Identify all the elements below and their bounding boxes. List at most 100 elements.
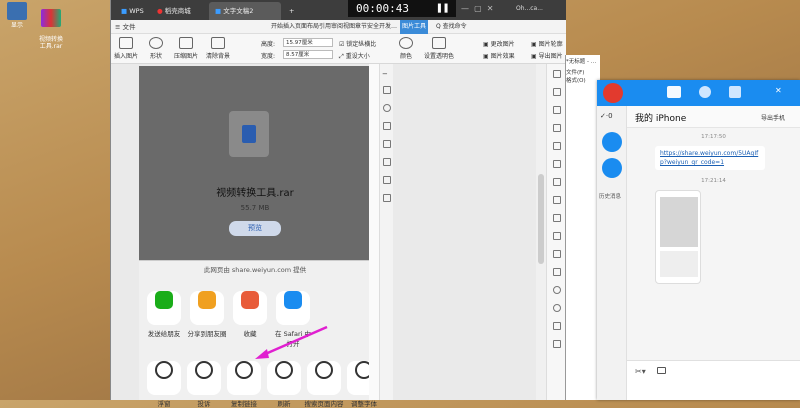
recording-timer: 00:00:43 (356, 2, 409, 15)
stamp-icon[interactable] (553, 322, 561, 330)
reset-size-button[interactable]: ⤢ 重设大小 (339, 51, 370, 61)
picture-effects-button[interactable]: ▣ 图片效果 (483, 51, 515, 60)
menu-format[interactable]: 格式(O) (566, 78, 586, 84)
text-icon[interactable] (553, 178, 561, 186)
change-picture-button[interactable]: ▣ 更改图片 (483, 39, 515, 48)
color-button[interactable]: 颜色 (391, 37, 421, 60)
height-input[interactable]: 15.97厘米 (283, 38, 333, 47)
comment-icon[interactable] (553, 232, 561, 240)
folder-icon[interactable] (657, 367, 666, 374)
picture-icon[interactable] (383, 176, 391, 184)
clock-icon[interactable] (553, 304, 561, 312)
image-thumbnail (660, 197, 698, 247)
message-link[interactable]: https://share.weiyun.com/5UAgIfp?weiyun_… (655, 146, 765, 170)
right-tool-strip (546, 64, 566, 400)
action-action-icon (235, 361, 253, 379)
tab-picture-tools[interactable]: 图片工具 (400, 20, 429, 34)
image-icon[interactable] (553, 196, 561, 204)
scrollbar-thumb[interactable] (538, 174, 544, 264)
tab-new[interactable]: + (283, 2, 300, 20)
provider-text: 此网页由 share.weiyun.com 提供 (203, 266, 307, 274)
pen-icon[interactable] (553, 106, 561, 114)
iphone-icon[interactable] (602, 158, 622, 178)
maximize-icon[interactable]: ▢ (474, 4, 482, 13)
wps-menu-bar: ≡ 文件 开始插入页面布局引用审阅视图章节安全开发工具特色应用 图片工具 Q 查… (111, 20, 566, 34)
wps-ribbon: 插入图片 形状 压缩图片 清除背景 高度: 15.97厘米 宽度: 8.57厘米… (111, 34, 566, 64)
zoom-icon[interactable] (383, 104, 391, 112)
chat-messages: 17:17:50 https://share.weiyun.com/5UAgIf… (627, 128, 800, 360)
tab-wps[interactable]: ■ WPS (115, 2, 150, 20)
share-icon[interactable] (553, 214, 561, 222)
contacts-icon[interactable] (699, 86, 711, 98)
chat-icon[interactable] (667, 86, 681, 98)
scissors-icon[interactable]: ✂▾ (635, 367, 646, 376)
wps-tab-bar: ■ WPS ● 稻壳商城 ■ 文字文稿2 + — ▢ ✕ Oh...ca... (111, 0, 566, 20)
notepad-window: *无标题 - 记事本 文件(F) 格式(O) (565, 55, 601, 400)
close-icon[interactable]: ✕ (775, 86, 782, 95)
qq-top-bar: ✕ (597, 80, 800, 106)
message-image[interactable] (655, 190, 701, 284)
help-icon[interactable] (553, 286, 561, 294)
menu-file[interactable]: 文件(F) (566, 70, 584, 76)
notepad-title: *无标题 - 记事本 (566, 59, 601, 65)
arrow-icon[interactable] (553, 70, 561, 78)
width-input[interactable]: 8.57厘米 (283, 50, 333, 59)
avatar[interactable] (603, 83, 623, 103)
desktop-icon-display[interactable]: 显示 (0, 2, 34, 29)
height-label: 高度: (261, 41, 276, 48)
desktop-icon-rar[interactable]: 视频转换 工具.rar (34, 2, 68, 50)
clear-icon (211, 37, 225, 49)
shapes-icon[interactable] (553, 124, 561, 132)
width-label: 宽度: (261, 53, 276, 60)
rar-archive-icon (41, 9, 61, 27)
transparent-color-button[interactable]: 设置透明色 (421, 37, 457, 60)
preview-button[interactable]: 预览 (229, 221, 281, 236)
action-icon (187, 361, 221, 395)
pause-icon[interactable]: ❚❚ (436, 1, 449, 14)
share-sheet: 此网页由 share.weiyun.com 提供 发送给朋友 分享到朋友圈 收藏在 … (139, 260, 381, 408)
share-icon (190, 291, 224, 325)
file-size: 55.7 MB (240, 204, 270, 212)
tab-store[interactable]: ● 稻壳商城 (151, 2, 207, 20)
lock-ratio-checkbox[interactable]: ☑ 锁定纵横比 (339, 39, 376, 48)
settings-icon[interactable] (553, 268, 561, 276)
layout-icon[interactable] (383, 86, 391, 94)
action-icon (307, 361, 341, 395)
ribbon-tabs[interactable]: 开始插入页面布局引用审阅视图章节安全开发工具特色应用 (271, 20, 401, 34)
shape-button[interactable]: 形状 (141, 37, 171, 60)
export-picture-button[interactable]: ▣ 导出图片 (531, 51, 563, 60)
wps-window: ■ WPS ● 稻壳商城 ■ 文字文稿2 + — ▢ ✕ Oh...ca... … (110, 0, 566, 408)
history-icon[interactable] (553, 250, 561, 258)
outline-button[interactable]: ▣ 图片轮廓 (531, 39, 563, 48)
vertical-scrollbar[interactable] (536, 64, 546, 400)
display-icon (7, 2, 27, 20)
table-icon[interactable] (553, 142, 561, 150)
chat-input-area[interactable]: ✂▾ (627, 360, 800, 400)
border-icon[interactable] (383, 158, 391, 166)
clear-background-button[interactable]: 清除背景 (203, 37, 233, 60)
share-app-icon (198, 291, 216, 309)
qq-sidebar: ✓·0 历史消息 (597, 106, 627, 400)
collapse-icon[interactable] (553, 340, 561, 348)
insert-picture-button[interactable]: 插入图片 (111, 37, 141, 60)
minus-icon[interactable]: − (382, 70, 388, 78)
minimize-icon[interactable]: — (461, 4, 469, 13)
compress-icon (179, 37, 193, 49)
store-icon: ● (157, 7, 163, 15)
history-label[interactable]: 历史消息 (599, 192, 621, 200)
apps-icon[interactable] (729, 86, 741, 98)
export-phone-button[interactable]: 导出手机 (761, 113, 785, 122)
tab-document[interactable]: ■ 文字文稿2 (209, 2, 281, 20)
menu-file[interactable]: ≡ 文件 (115, 20, 136, 34)
cursor-icon[interactable] (553, 88, 561, 96)
rotate-icon[interactable] (383, 140, 391, 148)
crop-icon[interactable] (383, 122, 391, 130)
user-name[interactable]: Oh...ca... (516, 5, 561, 12)
chart-icon[interactable] (553, 160, 561, 168)
search-command[interactable]: Q 查找命令 (436, 20, 467, 34)
device-avatar-icon[interactable] (602, 132, 622, 152)
message-time: 17:21:14 (701, 178, 726, 184)
more-icon[interactable] (383, 194, 391, 202)
close-icon[interactable]: ✕ (487, 4, 494, 13)
compress-button[interactable]: 压缩图片 (171, 37, 201, 60)
